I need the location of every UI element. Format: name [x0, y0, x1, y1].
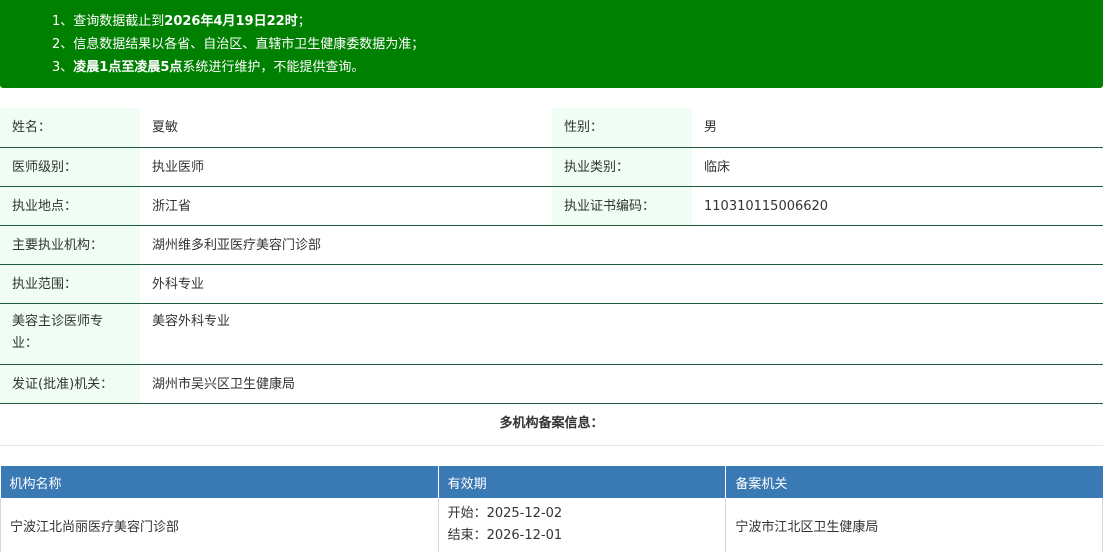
scope-value: 外科专业	[140, 264, 1103, 304]
cert-value: 110310115006620	[692, 186, 1103, 226]
cosmetic-label: 美容主诊医师专业：	[0, 303, 140, 365]
level-label: 医师级别：	[0, 147, 140, 187]
org-table-header: 机构名称 有效期 备案机关	[0, 466, 1103, 498]
info-row-cosmetic: 美容主诊医师专业： 美容外科专业	[0, 303, 1103, 365]
org-label: 主要执业机构：	[0, 225, 140, 265]
gender-value: 男	[692, 108, 1103, 148]
info-row-scope: 执业范围： 外科专业	[0, 264, 1103, 304]
notice-line-3: 3、凌晨1点至凌晨5点系统进行维护，不能提供查询。	[52, 60, 365, 75]
info-row-issuer: 发证(批准)机关： 湖州市吴兴区卫生健康局	[0, 364, 1103, 404]
info-row-org: 主要执业机构： 湖州维多利亚医疗美容门诊部	[0, 225, 1103, 265]
issuer-label: 发证(批准)机关：	[0, 364, 140, 404]
info-row-location: 执业地点： 浙江省 执业证书编码： 110310115006620	[0, 186, 1103, 226]
multi-org-title: 多机构备案信息：	[0, 403, 1103, 446]
gender-label: 性别：	[552, 108, 692, 148]
cosmetic-value: 美容外科专业	[140, 303, 1103, 365]
notice-line-1: 1、查询数据截止到2026年4月19日22时；	[52, 14, 311, 29]
level-value: 执业医师	[140, 147, 552, 187]
notice-line-2: 2、信息数据结果以各省、自治区、直辖市卫生健康委数据为准；	[52, 37, 425, 52]
cert-label: 执业证书编码：	[552, 186, 692, 226]
location-label: 执业地点：	[0, 186, 140, 226]
info-row-level: 医师级别： 执业医师 执业类别： 临床	[0, 147, 1103, 187]
issuer-value: 湖州市吴兴区卫生健康局	[140, 364, 1103, 404]
validity-start: 开始：2025-12-02	[447, 506, 563, 522]
scope-label: 执业范围：	[0, 264, 140, 304]
validity-end: 结束：2026-12-01	[447, 528, 563, 544]
header-org-name: 机构名称	[0, 466, 439, 498]
org-name-cell: 宁波江北尚丽医疗美容门诊部	[0, 498, 439, 552]
authority-cell: 宁波市江北区卫生健康局	[725, 498, 1103, 552]
location-value: 浙江省	[140, 186, 552, 226]
validity-cell: 开始：2025-12-02 结束：2026-12-01	[438, 498, 727, 552]
name-label: 姓名：	[0, 108, 140, 148]
multi-org-table: 机构名称 有效期 备案机关 宁波江北尚丽医疗美容门诊部 开始：2025-12-0…	[0, 466, 1103, 552]
info-row-name: 姓名： 夏敏 性别： 男	[0, 108, 1103, 148]
table-row: 宁波江北尚丽医疗美容门诊部 开始：2025-12-02 结束：2026-12-0…	[0, 498, 1103, 552]
category-label: 执业类别：	[552, 147, 692, 187]
notice-banner: 1、查询数据截止到2026年4月19日22时； 2、信息数据结果以各省、自治区、…	[0, 0, 1103, 88]
header-validity: 有效期	[438, 466, 727, 498]
category-value: 临床	[692, 147, 1103, 187]
header-authority: 备案机关	[725, 466, 1103, 498]
name-value: 夏敏	[140, 108, 552, 148]
org-value: 湖州维多利亚医疗美容门诊部	[140, 225, 1103, 265]
doctor-info-table: 姓名： 夏敏 性别： 男 医师级别： 执业医师 执业类别： 临床 执业地点： 浙…	[0, 108, 1103, 404]
